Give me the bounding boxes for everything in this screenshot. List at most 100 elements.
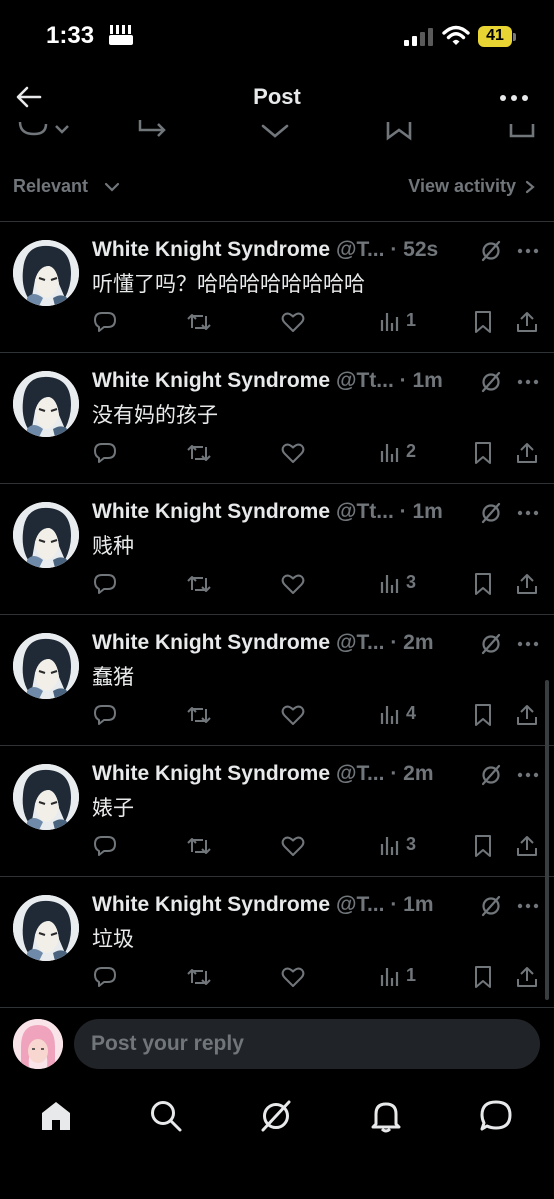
avatar[interactable] [13, 240, 79, 306]
bottom-tab-bar [0, 1084, 554, 1199]
views-count: 2 [406, 441, 417, 461]
reply-author-name[interactable]: White Knight Syndrome [92, 369, 330, 393]
views-icon [380, 706, 399, 724]
repost-button[interactable] [187, 834, 211, 858]
like-button[interactable] [281, 834, 305, 858]
reply-item[interactable]: White Knight Syndrome @T... · 52s 听懂了吗？哈… [0, 222, 554, 353]
views-button[interactable] [378, 834, 402, 858]
share-icon[interactable] [508, 118, 536, 146]
grok-icon[interactable] [480, 371, 502, 393]
like-button[interactable] [281, 965, 305, 989]
views-button[interactable] [378, 310, 402, 334]
avatar[interactable] [13, 371, 79, 437]
bookmark-button[interactable] [471, 572, 495, 596]
reply-author-name[interactable]: White Knight Syndrome [92, 893, 330, 917]
grok-icon[interactable] [480, 895, 502, 917]
repost-button[interactable] [187, 703, 211, 727]
repost-icon[interactable] [136, 118, 170, 146]
share-button[interactable] [515, 834, 539, 858]
separator-dot: · [384, 238, 404, 261]
bookmark-icon [475, 966, 491, 988]
share-icon [517, 836, 537, 856]
reply-author-name[interactable]: White Knight Syndrome [92, 500, 330, 524]
more-options-icon[interactable] [516, 244, 540, 258]
more-options-icon[interactable] [516, 768, 540, 782]
reply-item[interactable]: White Knight Syndrome @Tt... · 1m 没有妈的孩子 [0, 353, 554, 484]
sort-dropdown[interactable]: Relevant [13, 176, 88, 197]
reply-author-name[interactable]: White Knight Syndrome [92, 631, 330, 655]
reply-button[interactable] [93, 572, 117, 596]
view-activity-link[interactable]: View activity [408, 176, 516, 197]
reply-author-name[interactable]: White Knight Syndrome [92, 238, 330, 262]
bookmark-button[interactable] [471, 310, 495, 334]
more-options-icon[interactable] [516, 899, 540, 913]
reply-author-name[interactable]: White Knight Syndrome [92, 762, 330, 786]
reply-handle: @T... [336, 238, 385, 261]
grok-icon[interactable] [258, 1098, 294, 1134]
bookmark-button[interactable] [471, 703, 495, 727]
more-options-icon[interactable] [516, 637, 540, 651]
avatar[interactable] [13, 895, 79, 961]
avatar[interactable] [13, 502, 79, 568]
bookmark-button[interactable] [471, 441, 495, 465]
scrollbar[interactable] [545, 680, 549, 1000]
reply-meta: @T... · 1m [336, 893, 434, 917]
views-button[interactable] [378, 572, 402, 596]
reply-item[interactable]: White Knight Syndrome @Tt... · 1m 贱种 3 [0, 484, 554, 615]
reply-icon[interactable] [16, 118, 76, 146]
home-icon[interactable] [38, 1098, 74, 1134]
repost-button[interactable] [187, 310, 211, 334]
reply-button[interactable] [93, 965, 117, 989]
views-icon [380, 968, 399, 986]
share-button[interactable] [515, 572, 539, 596]
reply-input[interactable] [74, 1019, 540, 1069]
chevron-down-icon[interactable] [104, 180, 120, 194]
reply-item[interactable]: White Knight Syndrome @T... · 1m 垃圾 1 [0, 877, 554, 1008]
views-button[interactable] [378, 965, 402, 989]
repost-button[interactable] [187, 965, 211, 989]
reply-button[interactable] [93, 310, 117, 334]
search-icon[interactable] [148, 1098, 184, 1134]
like-button[interactable] [281, 572, 305, 596]
like-button[interactable] [281, 441, 305, 465]
share-button[interactable] [515, 310, 539, 334]
reply-meta: @Tt... · 1m [336, 369, 443, 393]
heart-icon [281, 443, 305, 463]
like-button[interactable] [281, 703, 305, 727]
heart-icon [281, 574, 305, 594]
messages-icon[interactable] [478, 1098, 514, 1134]
reply-icon [94, 443, 116, 463]
views-button[interactable] [378, 441, 402, 465]
reply-text: 听懂了吗？哈哈哈哈哈哈哈哈 [92, 272, 365, 296]
share-button[interactable] [515, 441, 539, 465]
more-options-icon[interactable] [516, 375, 540, 389]
bookmark-button[interactable] [471, 965, 495, 989]
avatar[interactable] [13, 633, 79, 699]
reply-item[interactable]: White Knight Syndrome @T... · 2m 婊子 3 [0, 746, 554, 877]
bookmark-icon [475, 704, 491, 726]
my-avatar[interactable] [13, 1019, 63, 1069]
share-button[interactable] [515, 965, 539, 989]
reply-button[interactable] [93, 834, 117, 858]
bookmark-icon[interactable] [384, 118, 414, 146]
grok-icon[interactable] [480, 764, 502, 786]
heart-icon [281, 312, 305, 332]
more-options-icon[interactable] [516, 506, 540, 520]
like-icon[interactable] [260, 118, 290, 146]
like-button[interactable] [281, 310, 305, 334]
share-button[interactable] [515, 703, 539, 727]
grok-icon[interactable] [480, 502, 502, 524]
views-button[interactable] [378, 703, 402, 727]
repost-button[interactable] [187, 572, 211, 596]
reply-button[interactable] [93, 441, 117, 465]
more-options-icon[interactable] [498, 86, 530, 110]
reply-button[interactable] [93, 703, 117, 727]
grok-icon[interactable] [480, 240, 502, 262]
chevron-right-icon[interactable] [524, 180, 536, 194]
reply-item[interactable]: White Knight Syndrome @T... · 2m 蠢猪 4 [0, 615, 554, 746]
notifications-icon[interactable] [368, 1098, 404, 1134]
avatar[interactable] [13, 764, 79, 830]
grok-icon[interactable] [480, 633, 502, 655]
bookmark-button[interactable] [471, 834, 495, 858]
repost-button[interactable] [187, 441, 211, 465]
